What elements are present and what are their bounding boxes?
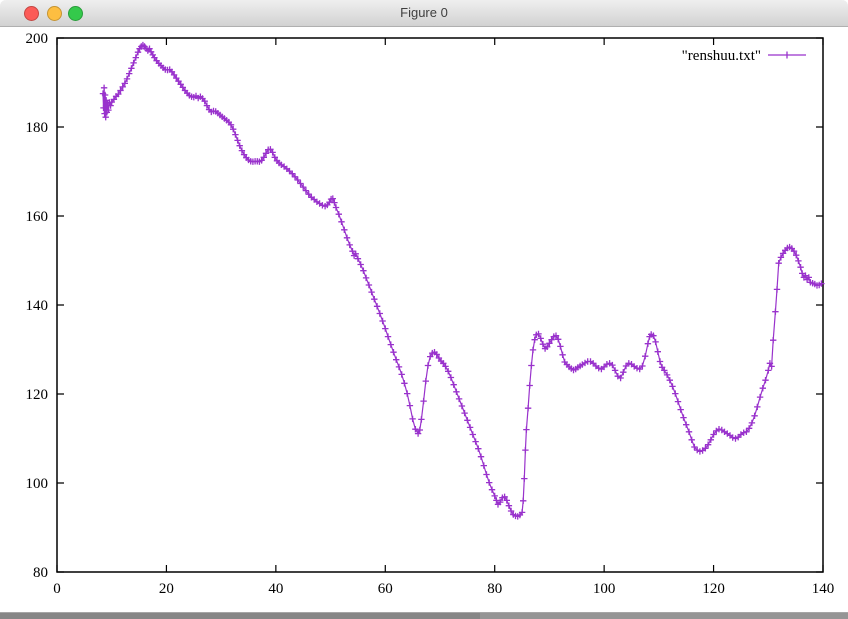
plot-border <box>57 38 823 572</box>
close-button[interactable] <box>24 6 39 21</box>
legend-line-sample <box>768 52 806 59</box>
series-line <box>103 45 821 516</box>
legend-label: "renshuu.txt" <box>682 48 761 64</box>
title-bar[interactable]: Figure 0 <box>0 0 848 27</box>
x-tick-label: 120 <box>702 581 725 597</box>
series-markers <box>100 42 825 520</box>
y-tick-label: 120 <box>26 387 49 403</box>
plot-canvas[interactable]: 0 20 40 60 80 100 120 140 80 100 120 140 160 180 200 "r… <box>0 0 848 612</box>
y-tick-label: 100 <box>26 476 49 492</box>
x-tick-label: 140 <box>812 581 835 597</box>
y-tick-label: 200 <box>26 31 49 47</box>
x-tick-label: 40 <box>268 581 283 597</box>
x-tick-label: 0 <box>53 581 61 597</box>
x-tick-label: 20 <box>159 581 174 597</box>
x-tick-label: 60 <box>378 581 393 597</box>
zoom-button[interactable] <box>68 6 83 21</box>
y-tick-label: 140 <box>26 298 49 314</box>
window-title: Figure 0 <box>0 0 848 26</box>
minimize-button[interactable] <box>47 6 62 21</box>
y-tick-label: 160 <box>26 209 49 225</box>
x-tick-label: 80 <box>487 581 502 597</box>
axis-ticks <box>57 38 823 572</box>
behind-window-edge-left <box>0 612 480 619</box>
y-tick-label: 180 <box>26 120 49 136</box>
behind-window-edge-right <box>480 612 848 619</box>
y-tick-label: 80 <box>33 565 48 581</box>
x-tick-label: 100 <box>593 581 616 597</box>
figure-window: Figure 0 0 20 40 60 80 100 120 140 80 100 120 140 16… <box>0 0 848 619</box>
